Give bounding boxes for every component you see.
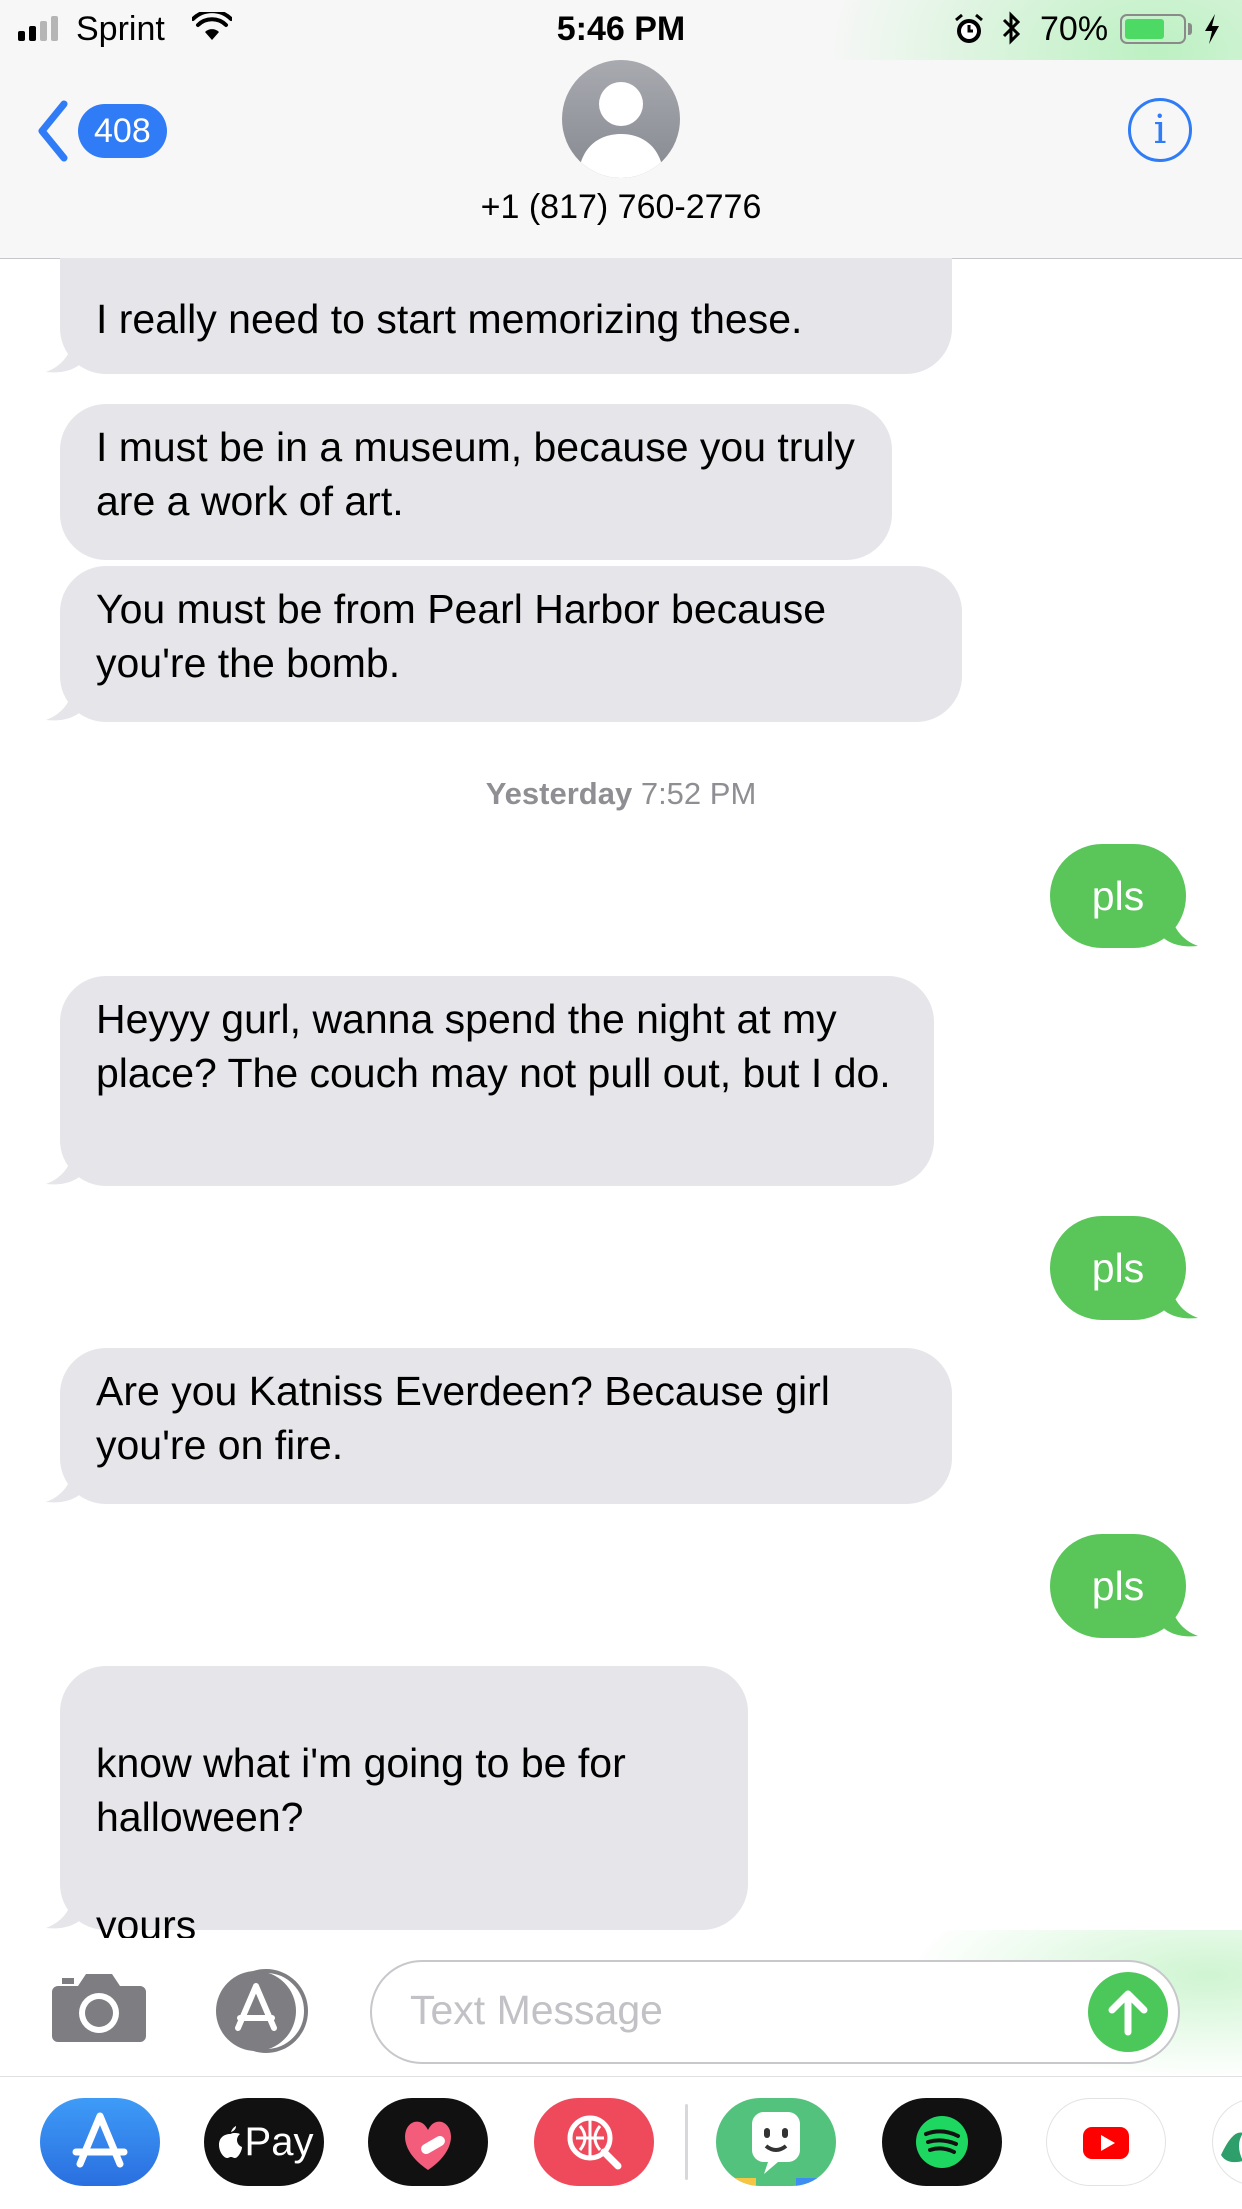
info-button[interactable]: i — [1128, 98, 1192, 162]
message-incoming[interactable]: know what i'm going to be for halloween?… — [60, 1666, 748, 1948]
send-button[interactable] — [1088, 1972, 1168, 2052]
message-incoming[interactable]: Are you Katniss Everdeen? Because girl y… — [60, 1348, 952, 1504]
timestamp-day: Yesterday — [485, 776, 633, 811]
back-button[interactable]: 408 — [36, 100, 167, 162]
app-store-icon[interactable] — [40, 2098, 160, 2186]
alarm-icon — [952, 12, 986, 51]
message-text: pls — [1091, 1563, 1145, 1609]
message-text: Heyyy gurl, wanna spend the night at my … — [96, 996, 891, 1096]
message-incoming[interactable]: I must be in a museum, because you truly… — [60, 404, 892, 560]
bubble-tail — [1160, 1598, 1198, 1637]
message-text: pls — [1091, 1245, 1145, 1291]
bubble-tail — [46, 1890, 84, 1929]
person-silhouette-icon — [578, 82, 664, 178]
bubble-tail — [46, 1464, 84, 1503]
drawer-divider — [685, 2104, 688, 2180]
bluetooth-icon — [1000, 10, 1024, 51]
bubble-tail — [1160, 1280, 1198, 1319]
conversation-header: 408 +1 (817) 760-2776 i — [0, 60, 1242, 259]
arrow-up-icon — [1108, 1990, 1148, 2036]
timestamp-time: 7:52 PM — [640, 776, 757, 811]
message-text: You must be from Pearl Harbor because yo… — [96, 586, 827, 686]
bubble-tail — [46, 1146, 84, 1185]
heart-sticker-icon[interactable] — [368, 2098, 488, 2186]
message-incoming[interactable]: Heyyy gurl, wanna spend the night at my … — [60, 976, 934, 1186]
apple-pay-icon[interactable]: Pay — [204, 2098, 324, 2186]
youtube-icon[interactable] — [1046, 2098, 1166, 2186]
spotify-icon[interactable] — [882, 2098, 1002, 2186]
battery-percent: 70% — [1040, 10, 1109, 48]
message-text: I really need to start memorizing these. — [96, 296, 803, 342]
unread-count-badge: 408 — [78, 104, 167, 158]
message-input[interactable] — [408, 1986, 1092, 2035]
chevron-left-icon — [38, 100, 68, 162]
apple-pay-label: Pay — [244, 2120, 314, 2164]
bubble-tail — [46, 334, 84, 373]
message-input-field[interactable] — [370, 1960, 1180, 2064]
bubble-tail — [46, 682, 84, 721]
camera-icon — [52, 1974, 146, 2042]
battery-icon — [1120, 14, 1186, 44]
message-timestamp: Yesterday 7:52 PM — [0, 776, 1242, 812]
bitmoji-icon[interactable] — [716, 2098, 836, 2186]
battery-tip — [1188, 23, 1192, 35]
charging-bolt-icon — [1202, 12, 1222, 51]
app-store-button[interactable] — [210, 1968, 320, 2059]
battery-fill — [1125, 19, 1165, 39]
message-text: know what i'm going to be for halloween?… — [96, 1740, 626, 1948]
message-text: pls — [1091, 873, 1145, 919]
message-incoming[interactable]: You must be from Pearl Harbor because yo… — [60, 566, 962, 722]
avatar[interactable] — [562, 60, 680, 178]
message-incoming[interactable]: I really need to start memorizing these. — [60, 258, 952, 374]
app-store-drawer-icon — [216, 1969, 308, 2053]
web-search-icon[interactable] — [534, 2098, 654, 2186]
camera-button[interactable] — [50, 1970, 148, 2049]
contact-name[interactable]: +1 (817) 760-2776 — [0, 188, 1242, 227]
bubble-tail — [1160, 908, 1198, 947]
message-text: Are you Katniss Everdeen? Because girl y… — [96, 1368, 830, 1468]
message-text: I must be in a museum, because you truly… — [96, 424, 855, 524]
